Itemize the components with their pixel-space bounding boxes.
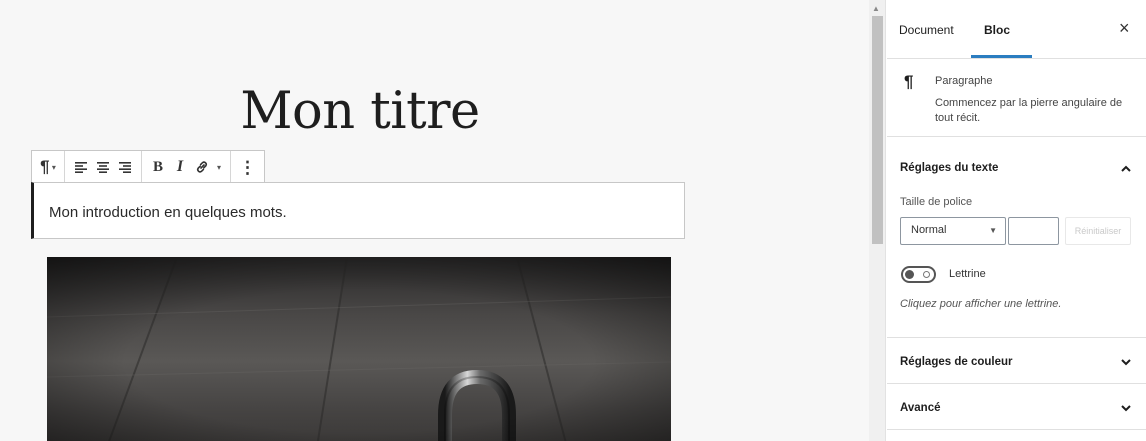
paragraph-text[interactable]: Mon introduction en quelques mots. bbox=[49, 204, 287, 221]
link-icon bbox=[197, 161, 207, 173]
align-right-icon bbox=[119, 162, 131, 173]
align-right-button[interactable] bbox=[114, 153, 136, 181]
caret-down-icon: ▾ bbox=[49, 162, 56, 172]
bold-icon: B bbox=[152, 158, 163, 175]
block-toolbar: ¶ ▾ B I ▾ ⋮ bbox=[31, 150, 265, 183]
bold-button[interactable]: B bbox=[147, 153, 169, 181]
more-options-icon: ⋮ bbox=[239, 157, 256, 177]
padlock-photo bbox=[47, 257, 671, 441]
chevron-up-icon[interactable] bbox=[1119, 162, 1133, 176]
editor-scrollbar[interactable]: ▲ bbox=[869, 0, 886, 441]
align-left-button[interactable] bbox=[70, 153, 92, 181]
toggle-knob bbox=[905, 270, 914, 279]
more-formats-button[interactable]: ▾ bbox=[213, 153, 225, 181]
reset-button[interactable]: Réinitialiser bbox=[1065, 217, 1131, 245]
align-center-icon bbox=[97, 162, 109, 173]
toggle-off-indicator bbox=[923, 271, 930, 278]
editor-canvas: Mon titre ¶ ▾ B I ▾ ⋮ Mon introduction e… bbox=[0, 0, 869, 441]
format-group: B I ▾ bbox=[142, 151, 231, 183]
options-group: ⋮ bbox=[231, 151, 264, 183]
align-left-icon bbox=[75, 162, 87, 173]
italic-icon: I bbox=[176, 158, 184, 175]
block-description: Commencez par la pierre angulaire de tou… bbox=[935, 97, 1123, 124]
text-settings-toggle[interactable]: Réglages du texte bbox=[900, 162, 998, 174]
advanced-panel[interactable]: Avancé bbox=[887, 385, 1146, 430]
caret-down-icon: ▼ bbox=[989, 226, 997, 235]
alignment-group bbox=[65, 151, 142, 183]
advanced-title: Avancé bbox=[900, 402, 941, 414]
color-settings-panel[interactable]: Réglages de couleur bbox=[887, 339, 1146, 384]
close-icon[interactable]: × bbox=[1119, 18, 1130, 39]
tab-bloc[interactable]: Bloc bbox=[984, 23, 1010, 37]
caret-down-icon: ▾ bbox=[216, 162, 221, 172]
font-size-value: Normal bbox=[911, 224, 947, 236]
pilcrow-icon: ¶ bbox=[904, 72, 914, 91]
post-title[interactable]: Mon titre bbox=[0, 82, 720, 141]
font-size-label: Taille de police bbox=[900, 196, 973, 208]
tab-document[interactable]: Document bbox=[899, 23, 954, 37]
custom-font-size-input[interactable] bbox=[1008, 217, 1059, 245]
scroll-up-arrow-icon[interactable]: ▲ bbox=[872, 4, 880, 13]
font-size-select[interactable]: Normal ▼ bbox=[900, 217, 1006, 245]
block-type-button[interactable]: ¶ ▾ bbox=[37, 153, 59, 181]
italic-button[interactable]: I bbox=[169, 153, 191, 181]
drop-cap-toggle[interactable] bbox=[901, 266, 936, 283]
scroll-thumb[interactable] bbox=[872, 16, 883, 244]
chevron-down-icon bbox=[1121, 359, 1131, 366]
drop-cap-help: Cliquez pour afficher une lettrine. bbox=[900, 298, 1062, 310]
settings-sidebar: Document Bloc × ¶ Paragraphe Commencez p… bbox=[887, 0, 1146, 441]
more-options-button[interactable]: ⋮ bbox=[236, 153, 259, 181]
pilcrow-icon: ¶ bbox=[40, 157, 50, 176]
paragraph-block[interactable]: Mon introduction en quelques mots. bbox=[31, 182, 685, 239]
color-settings-title: Réglages de couleur bbox=[900, 356, 1013, 368]
sidebar-tabs: Document Bloc × bbox=[887, 0, 1146, 59]
link-button[interactable] bbox=[191, 153, 213, 181]
image-block[interactable] bbox=[47, 257, 671, 441]
active-tab-indicator bbox=[971, 55, 1032, 58]
block-card: ¶ Paragraphe Commencez par la pierre ang… bbox=[887, 60, 1146, 137]
text-settings-panel: Réglages du texte Taille de police Norma… bbox=[887, 138, 1146, 338]
block-name: Paragraphe bbox=[935, 75, 993, 87]
chevron-down-icon bbox=[1121, 405, 1131, 412]
block-type-group: ¶ ▾ bbox=[32, 151, 65, 183]
drop-cap-label: Lettrine bbox=[949, 268, 986, 280]
align-center-button[interactable] bbox=[92, 153, 114, 181]
